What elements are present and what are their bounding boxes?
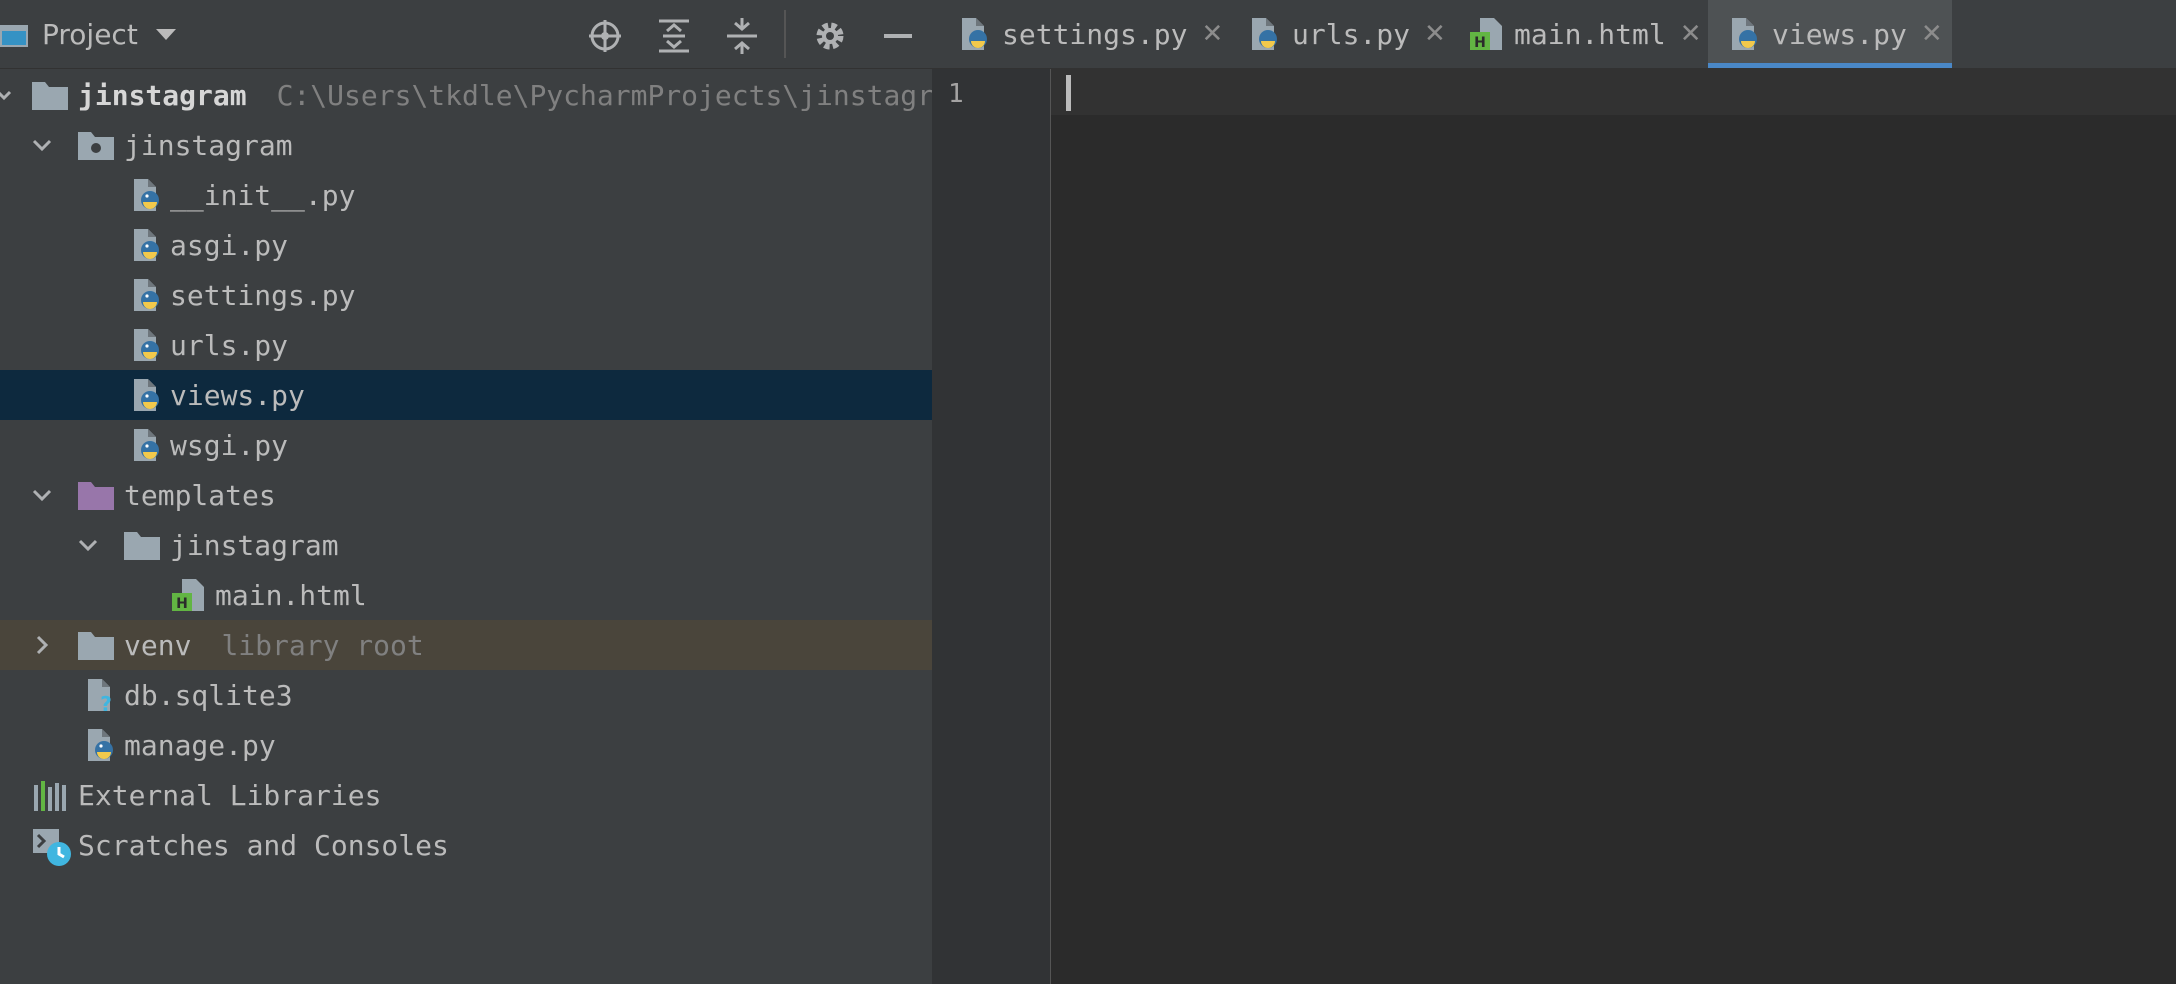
tab-views-py-active[interactable]: views.py ✕ — [1708, 0, 1952, 68]
file-name: manage.py — [124, 728, 276, 762]
file-name: asgi.py — [170, 228, 289, 262]
tab-main-html[interactable]: H main.html ✕ — [1468, 0, 1702, 68]
root-folder-name: jinstagram — [78, 78, 247, 112]
tree-item-templates[interactable]: templates — [0, 470, 932, 520]
svg-text:H: H — [1474, 35, 1486, 51]
unknown-file-icon: ? — [82, 677, 118, 716]
python-file-icon — [956, 16, 992, 52]
project-window-icon — [0, 22, 28, 47]
tab-label: urls.py — [1292, 17, 1411, 51]
file-name: settings.py — [170, 278, 356, 312]
current-line-highlight — [1051, 69, 2176, 115]
collapse-all-icon[interactable] — [722, 16, 762, 56]
python-file-icon — [128, 277, 164, 313]
python-file-icon — [128, 327, 164, 363]
tab-settings-py[interactable]: settings.py ✕ — [956, 0, 1223, 68]
tree-item-html-file[interactable]: H main.html — [0, 570, 932, 620]
tree-item-file[interactable]: settings.py — [0, 270, 932, 320]
locate-file-icon[interactable] — [585, 16, 625, 56]
library-root-hint: library root — [221, 628, 424, 662]
python-file-icon — [1246, 16, 1282, 52]
package-folder-icon — [76, 127, 114, 163]
tab-label: settings.py — [1002, 17, 1188, 51]
file-name: urls.py — [170, 328, 289, 362]
svg-text:H: H — [176, 596, 188, 612]
editor-tab-bar: settings.py ✕ urls.py ✕ H main.html ✕ vi… — [932, 0, 2176, 69]
tree-item-root[interactable]: jinstagram C:\Users\tkdle\PycharmProjects… — [0, 70, 932, 120]
python-file-icon — [128, 377, 164, 413]
gear-icon[interactable] — [810, 16, 850, 56]
python-file-icon — [82, 727, 118, 763]
file-name: db.sqlite3 — [124, 678, 293, 712]
file-name: wsgi.py — [170, 428, 289, 462]
python-file-icon — [128, 427, 164, 463]
tree-item-file[interactable]: ? db.sqlite3 — [0, 670, 932, 720]
python-file-icon — [128, 177, 164, 213]
tab-label: main.html — [1514, 17, 1666, 51]
folder-icon — [122, 527, 160, 563]
tree-item-venv[interactable]: venv library root — [0, 620, 932, 670]
file-name: views.py — [170, 378, 305, 412]
root-folder-path: C:\Users\tkdle\PycharmProjects\jinstagra… — [276, 78, 932, 112]
chevron-right-icon[interactable] — [28, 631, 56, 659]
svg-text:?: ? — [100, 692, 112, 713]
expand-all-icon[interactable] — [654, 16, 694, 56]
file-name: main.html — [215, 578, 367, 612]
toolbar-separator — [784, 10, 786, 58]
tree-item-templates-sub[interactable]: jinstagram — [0, 520, 932, 570]
templates-folder-icon — [76, 477, 114, 513]
close-icon[interactable]: ✕ — [1921, 19, 1943, 49]
project-panel-header: Project — [0, 0, 932, 69]
chevron-down-icon[interactable] — [0, 81, 18, 109]
python-file-icon — [128, 227, 164, 263]
hide-panel-icon[interactable] — [878, 16, 918, 56]
folder-icon — [30, 77, 68, 113]
html-file-icon: H — [1468, 16, 1504, 52]
close-icon[interactable]: ✕ — [1424, 19, 1446, 49]
tab-label: views.py — [1772, 17, 1907, 51]
tree-label: Scratches and Consoles — [78, 828, 449, 862]
folder-name: templates — [124, 478, 276, 512]
line-number: 1 — [948, 79, 964, 109]
text-cursor — [1066, 75, 1071, 111]
folder-name: jinstagram — [170, 528, 339, 562]
tree-label: External Libraries — [78, 778, 382, 812]
tree-item-file[interactable]: asgi.py — [0, 220, 932, 270]
tree-item-package[interactable]: jinstagram — [0, 120, 932, 170]
package-name: jinstagram — [124, 128, 293, 162]
chevron-down-icon[interactable] — [74, 531, 102, 559]
close-icon[interactable]: ✕ — [1201, 19, 1223, 49]
tab-urls-py[interactable]: urls.py ✕ — [1246, 0, 1446, 68]
python-file-icon — [1726, 16, 1762, 52]
folder-icon — [76, 627, 114, 663]
tree-item-file[interactable]: urls.py — [0, 320, 932, 370]
project-tool-window: Project jinstagram C:\Users\tkdle\Pychar… — [0, 0, 932, 984]
file-name: __init__.py — [170, 178, 356, 212]
html-file-icon: H — [170, 577, 206, 613]
chevron-down-icon[interactable] — [28, 481, 56, 509]
scratches-icon — [32, 827, 71, 866]
tree-item-file[interactable]: manage.py — [0, 720, 932, 770]
tree-item-file[interactable]: __init__.py — [0, 170, 932, 220]
project-view-selector[interactable]: Project — [0, 14, 176, 54]
close-icon[interactable]: ✕ — [1680, 19, 1702, 49]
tree-item-scratches[interactable]: Scratches and Consoles — [0, 820, 932, 870]
project-panel-title: Project — [42, 17, 138, 51]
code-editor[interactable] — [1051, 69, 2176, 984]
chevron-down-icon[interactable] — [28, 131, 56, 159]
tree-item-external-libraries[interactable]: External Libraries — [0, 770, 932, 820]
tree-item-file[interactable]: wsgi.py — [0, 420, 932, 470]
chevron-down-icon — [155, 28, 176, 40]
tree-item-file-selected[interactable]: views.py — [0, 370, 932, 420]
libraries-icon — [32, 777, 68, 813]
folder-name: venv — [124, 628, 192, 662]
editor-gutter: 1 — [932, 69, 1051, 984]
